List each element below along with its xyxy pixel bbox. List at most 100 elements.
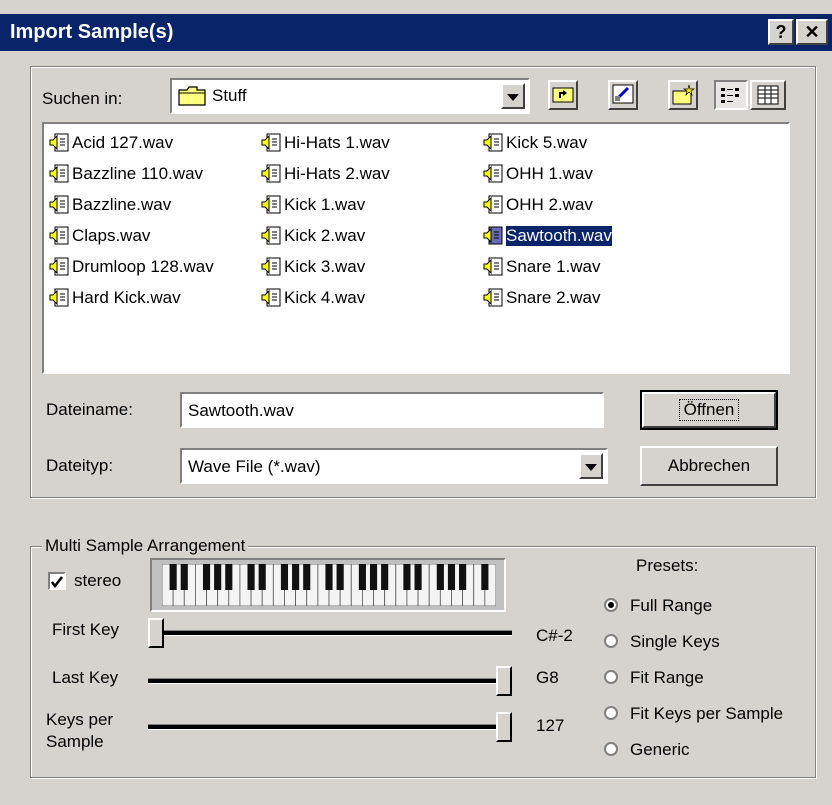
- sound-file-icon: [261, 133, 281, 152]
- file-name: Kick 4.wav: [284, 288, 366, 307]
- file-item[interactable]: Bazzline.wav: [48, 192, 171, 218]
- folder-icon: [178, 86, 206, 106]
- file-item[interactable]: Hard Kick.wav: [48, 285, 181, 311]
- file-name: OHH 2.wav: [506, 195, 593, 214]
- file-name: Acid 127.wav: [72, 133, 174, 152]
- file-item[interactable]: Kick 3.wav: [260, 254, 365, 280]
- file-name: Kick 1.wav: [284, 195, 366, 214]
- stereo-checkbox[interactable]: [48, 572, 66, 590]
- last-key-value: G8: [536, 668, 559, 687]
- sound-file-icon: [49, 195, 69, 214]
- filename-value: Sawtooth.wav: [188, 401, 294, 420]
- sound-file-icon: [49, 164, 69, 183]
- preset-radio[interactable]: [604, 706, 618, 720]
- file-item[interactable]: OHH 1.wav: [482, 161, 593, 187]
- preset-radio[interactable]: [604, 670, 618, 684]
- file-name: Kick 5.wav: [506, 133, 588, 152]
- msa-title: Multi Sample Arrangement: [42, 536, 249, 556]
- file-name: Bazzline.wav: [72, 195, 172, 214]
- file-item[interactable]: Bazzline 110.wav: [48, 161, 203, 187]
- close-icon: ✕: [804, 22, 820, 42]
- file-item[interactable]: Hi-Hats 2.wav: [260, 161, 390, 187]
- preset-radio[interactable]: [604, 598, 618, 612]
- last-key-label: Last Key: [52, 668, 119, 687]
- slider-thumb[interactable]: [496, 666, 512, 696]
- open-button-label: Öffnen: [678, 399, 740, 421]
- kps-label-line1: Keys per: [46, 710, 114, 729]
- lookin-combo[interactable]: Stuff: [170, 78, 530, 114]
- file-name: Kick 3.wav: [284, 257, 366, 276]
- cancel-button-label: Abbrechen: [667, 456, 751, 475]
- folder-up-icon: [552, 87, 574, 103]
- last-key-slider[interactable]: [148, 666, 512, 696]
- file-name: Drumloop 128.wav: [72, 257, 214, 276]
- desktop-icon: [612, 84, 634, 104]
- file-item[interactable]: Claps.wav: [48, 223, 150, 249]
- title-bar: Import Sample(s) ? ✕: [0, 14, 832, 51]
- file-item[interactable]: Sawtooth.wav: [482, 223, 613, 249]
- filename-field[interactable]: Sawtooth.wav: [180, 392, 604, 428]
- preset-radio[interactable]: [604, 742, 618, 756]
- lookin-dropdown-button[interactable]: [501, 83, 525, 109]
- file-item[interactable]: Kick 4.wav: [260, 285, 365, 311]
- file-item[interactable]: Drumloop 128.wav: [48, 254, 214, 280]
- file-item[interactable]: OHH 2.wav: [482, 192, 593, 218]
- file-name: Hi-Hats 2.wav: [284, 164, 390, 183]
- sound-file-icon: [49, 226, 69, 245]
- sound-file-icon: [261, 257, 281, 276]
- slider-track: [148, 678, 512, 684]
- list-view-button[interactable]: [714, 80, 748, 110]
- presets-title: Presets:: [636, 556, 699, 575]
- slider-track: [148, 724, 512, 730]
- first-key-value: C#-2: [536, 626, 573, 645]
- sound-file-icon: [261, 288, 281, 307]
- sound-file-icon: [483, 288, 503, 307]
- details-view-button[interactable]: [750, 80, 786, 110]
- filetype-dropdown-button[interactable]: [579, 453, 603, 479]
- file-item[interactable]: Acid 127.wav: [48, 130, 173, 156]
- keys-per-sample-slider[interactable]: [148, 712, 512, 742]
- preset-radio[interactable]: [604, 634, 618, 648]
- close-button[interactable]: ✕: [796, 19, 828, 45]
- file-list[interactable]: Acid 127.wav Bazzline 110.wav Bazzline.wav…: [42, 122, 790, 374]
- file-item[interactable]: Hi-Hats 1.wav: [260, 130, 390, 156]
- import-sample-dialog: Import Sample(s) ? ✕ Suchen in: Stuff Ac…: [0, 0, 832, 805]
- slider-track: [148, 630, 512, 636]
- lookin-label: Suchen in:: [42, 89, 123, 108]
- checkmark-icon: [51, 576, 63, 589]
- file-item[interactable]: Kick 2.wav: [260, 223, 365, 249]
- radio-dot-icon: [608, 602, 614, 608]
- up-folder-button[interactable]: [548, 80, 578, 110]
- open-button[interactable]: Öffnen: [640, 390, 778, 430]
- chevron-down-icon: [585, 464, 597, 471]
- slider-thumb[interactable]: [496, 712, 512, 742]
- new-folder-button[interactable]: [668, 80, 698, 110]
- file-name: Sawtooth.wav: [505, 225, 613, 247]
- cancel-button[interactable]: Abbrechen: [640, 446, 778, 486]
- slider-thumb[interactable]: [148, 618, 164, 648]
- sound-file-icon: [261, 226, 281, 245]
- file-name: Bazzline 110.wav: [72, 164, 204, 183]
- sound-file-icon: [49, 133, 69, 152]
- keyboard-display[interactable]: [150, 558, 506, 612]
- chevron-down-icon: [507, 94, 519, 101]
- help-button[interactable]: ?: [768, 19, 794, 45]
- stereo-label: stereo: [74, 571, 122, 590]
- first-key-label: First Key: [52, 620, 120, 639]
- desktop-button[interactable]: [608, 80, 638, 110]
- sound-file-icon: [483, 195, 503, 214]
- file-item[interactable]: Snare 1.wav: [482, 254, 601, 280]
- window-title: Import Sample(s): [10, 21, 174, 43]
- preset-label: Single Keys: [630, 632, 720, 651]
- sound-file-icon: [261, 164, 281, 183]
- file-item[interactable]: Snare 2.wav: [482, 285, 601, 311]
- file-item[interactable]: Kick 1.wav: [260, 192, 365, 218]
- file-name: Snare 2.wav: [506, 288, 601, 307]
- sound-file-icon: [483, 164, 503, 183]
- first-key-slider[interactable]: [148, 618, 512, 648]
- file-name: Hard Kick.wav: [72, 288, 181, 307]
- file-item[interactable]: Kick 5.wav: [482, 130, 587, 156]
- file-name: Hi-Hats 1.wav: [284, 133, 390, 152]
- filetype-combo[interactable]: Wave File (*.wav): [180, 448, 608, 484]
- sound-file-icon: [483, 133, 503, 152]
